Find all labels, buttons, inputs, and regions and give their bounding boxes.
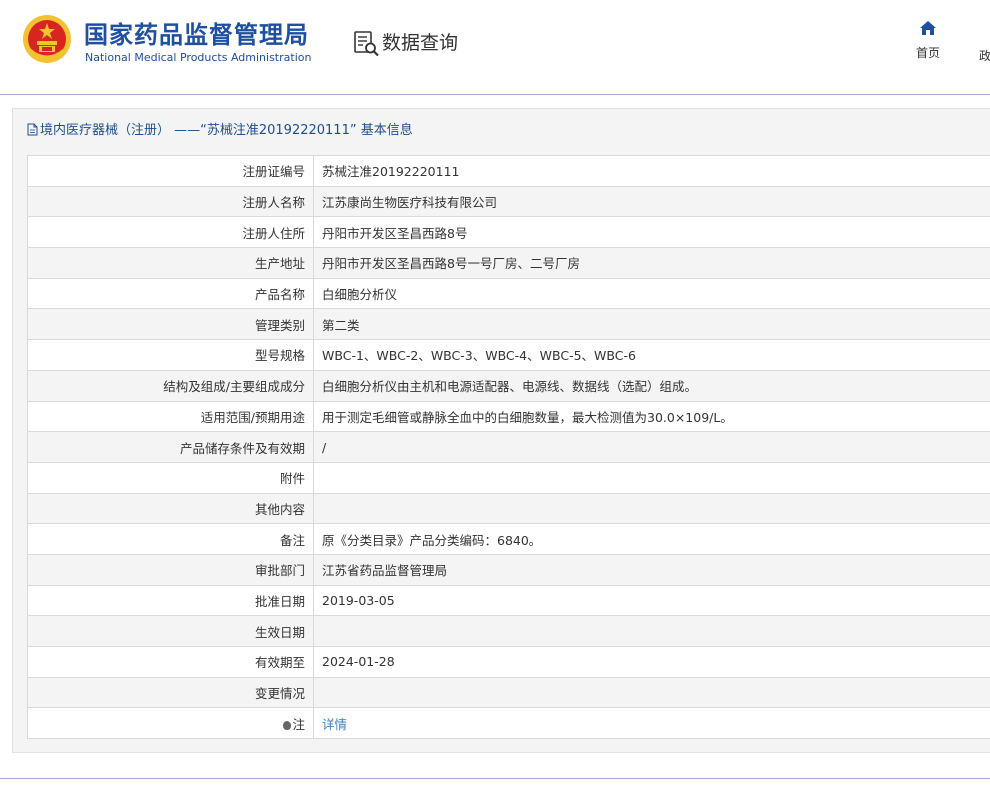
table-row: 结构及组成/主要组成成分 白细胞分析仪由主机和电源适配器、电源线、数据线（选配）组… <box>27 369 990 402</box>
field-value: 白细胞分析仪 <box>313 277 990 310</box>
national-emblem-icon <box>23 15 71 63</box>
document-search-icon <box>354 31 379 57</box>
pin-dot-icon <box>283 720 292 730</box>
field-label: 注册证编号 <box>27 155 314 187</box>
table-row: 注册证编号 苏械注准20192220111 <box>27 155 990 187</box>
home-icon <box>920 21 936 35</box>
panel-title-text: 境内医疗器械（注册） ——“苏械注准20192220111” 基本信息 <box>40 123 413 138</box>
table-row: 注册人住所 丹阳市开发区圣昌西路8号 <box>27 216 990 249</box>
field-label: 适用范围/预期用途 <box>27 400 314 433</box>
field-value: 2019-03-05 <box>313 584 990 617</box>
field-label: 批准日期 <box>27 584 314 617</box>
site-title: 国家药品监督管理局 <box>84 21 309 49</box>
table-row: 产品名称 白细胞分析仪 <box>27 277 990 310</box>
details-link[interactable]: 详情 <box>322 717 347 732</box>
field-label: 附件 <box>27 461 314 494</box>
field-label: 有效期至 <box>27 646 314 678</box>
table-row: 生效日期 <box>27 615 990 647</box>
field-value: 江苏省药品监督管理局 <box>313 553 990 586</box>
field-value: 用于测定毛细管或静脉全血中的白细胞数量，最大检测值为30.0×109/L。 <box>313 400 990 433</box>
nav-home-link[interactable]: 首页 <box>906 20 950 64</box>
data-query-label: 数据查询 <box>382 32 459 54</box>
table-row: 适用范围/预期用途 用于测定毛细管或静脉全血中的白细胞数量，最大检测值为30.0×… <box>27 400 990 433</box>
field-label: 结构及组成/主要组成成分 <box>27 369 314 402</box>
field-value <box>313 615 990 647</box>
field-value <box>313 492 990 525</box>
field-label: 生效日期 <box>27 615 314 647</box>
footer-divider <box>0 778 990 779</box>
header-divider <box>0 94 990 95</box>
field-value: / <box>313 431 990 463</box>
table-row: 其他内容 <box>27 492 990 525</box>
table-row: 批准日期 2019-03-05 <box>27 584 990 617</box>
field-label: 注册人住所 <box>27 216 314 249</box>
panel-title: 境内医疗器械（注册） ——“苏械注准20192220111” 基本信息 <box>27 119 413 138</box>
field-label: 型号规格 <box>27 339 314 371</box>
field-value: 丹阳市开发区圣昌西路8号一号厂房、二号厂房 <box>313 247 990 279</box>
field-label: 管理类别 <box>27 308 314 341</box>
table-row: 注册人名称 江苏康尚生物医疗科技有限公司 <box>27 185 990 218</box>
table-row: 备注 原《分类目录》产品分类编码：6840。 <box>27 523 990 555</box>
field-value: 丹阳市开发区圣昌西路8号 <box>313 216 990 249</box>
field-label: 注册人名称 <box>27 185 314 218</box>
field-label: 产品名称 <box>27 277 314 310</box>
table-row: 生产地址 丹阳市开发区圣昌西路8号一号厂房、二号厂房 <box>27 247 990 279</box>
field-value: 苏械注准20192220111 <box>313 155 990 187</box>
nav-policy-link[interactable]: 政 <box>979 47 990 64</box>
field-value: 第二类 <box>313 308 990 341</box>
field-value <box>313 676 990 709</box>
table-row: 型号规格 WBC-1、WBC-2、WBC-3、WBC-4、WBC-5、WBC-6 <box>27 339 990 371</box>
field-label: 注 <box>27 707 314 740</box>
field-value: 江苏康尚生物医疗科技有限公司 <box>313 185 990 218</box>
field-label: 生产地址 <box>27 247 314 279</box>
site-header: 国家药品监督管理局 National Medical Products Admi… <box>0 0 990 86</box>
field-value: 白细胞分析仪由主机和电源适配器、电源线、数据线（选配）组成。 <box>313 369 990 402</box>
field-value: 原《分类目录》产品分类编码：6840。 <box>313 523 990 555</box>
field-label: 备注 <box>27 523 314 555</box>
device-info-table: 注册证编号 苏械注准20192220111 注册人名称 江苏康尚生物医疗科技有限公司注… <box>27 155 990 740</box>
nav-home-label: 首页 <box>915 46 940 60</box>
field-value: 详情 <box>313 707 990 740</box>
field-value: 2024-01-28 <box>313 646 990 678</box>
field-value: WBC-1、WBC-2、WBC-3、WBC-4、WBC-5、WBC-6 <box>313 339 990 371</box>
field-label: 其他内容 <box>27 492 314 525</box>
table-row: 产品储存条件及有效期 / <box>27 431 990 463</box>
field-label-text: 注 <box>292 716 305 732</box>
table-row: 注 详情 <box>27 707 990 740</box>
table-row: 有效期至 2024-01-28 <box>27 646 990 678</box>
field-value <box>313 461 990 494</box>
document-icon <box>27 123 38 136</box>
table-row: 审批部门 江苏省药品监督管理局 <box>27 553 990 586</box>
table-row: 管理类别 第二类 <box>27 308 990 341</box>
table-row: 变更情况 <box>27 676 990 709</box>
site-subtitle: National Medical Products Administration <box>85 51 312 64</box>
field-label: 审批部门 <box>27 553 314 586</box>
field-label: 产品储存条件及有效期 <box>27 431 314 463</box>
table-row: 附件 <box>27 461 990 494</box>
field-label: 变更情况 <box>27 676 314 709</box>
